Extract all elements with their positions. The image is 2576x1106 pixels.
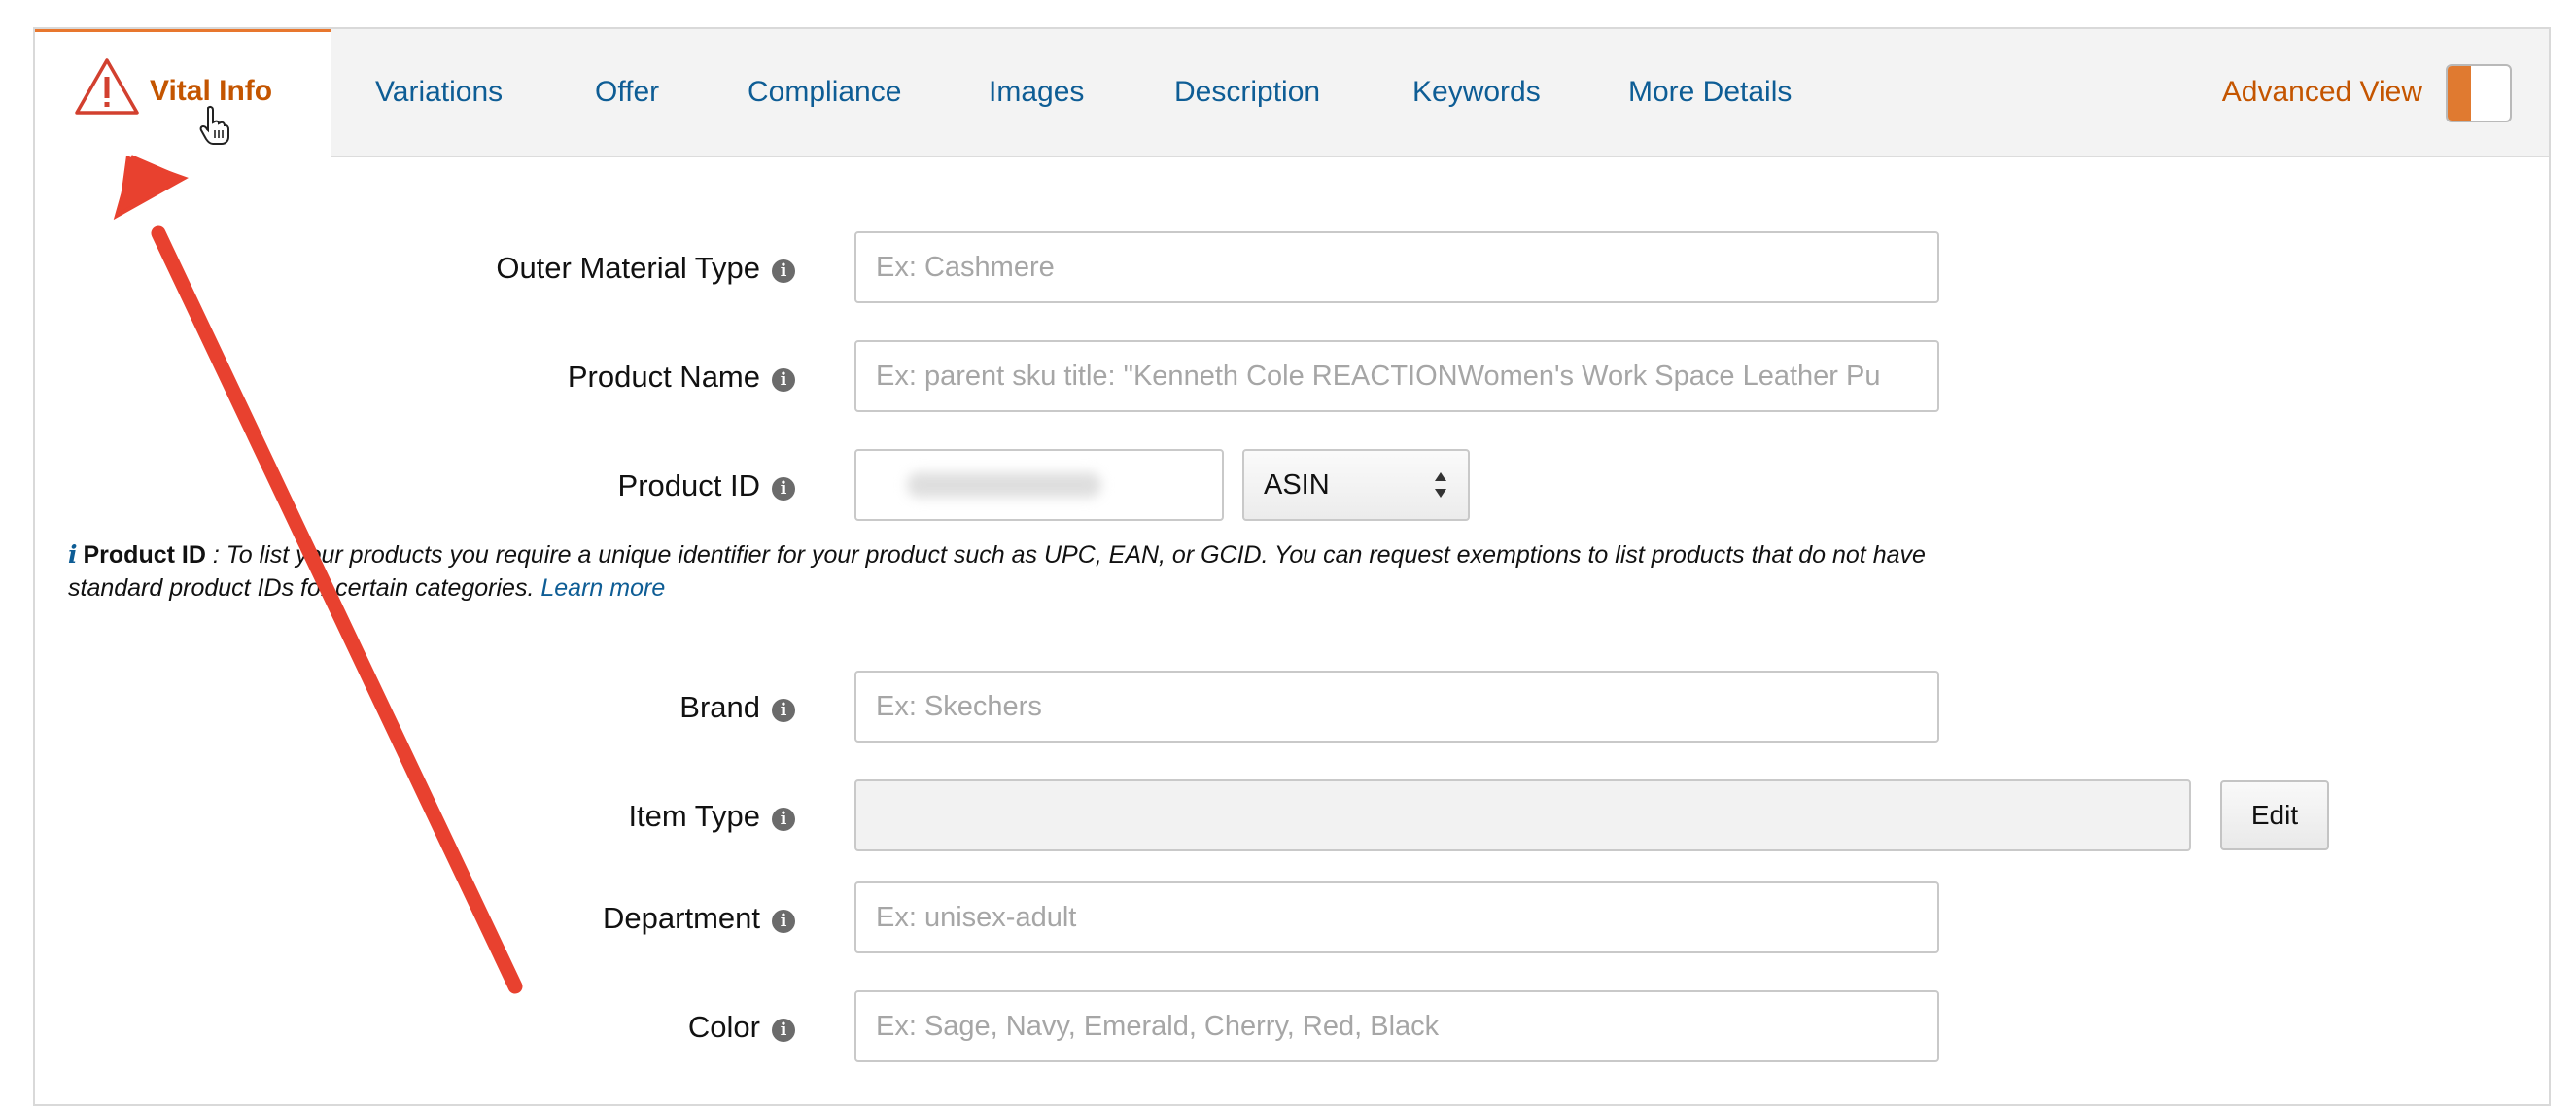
tab-keywords[interactable]: Keywords — [1412, 29, 1541, 156]
product-id-type-value: ASIN — [1264, 469, 1330, 501]
learn-more-link[interactable]: Learn more — [540, 574, 665, 602]
brand-label: Brand — [679, 690, 760, 724]
item-type-label: Item Type — [628, 799, 760, 833]
info-icon[interactable]: i — [772, 699, 795, 722]
note-separator: : — [212, 541, 220, 569]
color-label: Color — [687, 1010, 760, 1044]
tab-compliance[interactable]: Compliance — [748, 29, 901, 156]
info-italic-icon: i — [68, 540, 78, 569]
product-id-type-select[interactable]: ASIN — [1242, 449, 1470, 521]
info-icon[interactable]: i — [772, 368, 795, 392]
hand-cursor-icon — [199, 105, 229, 145]
department-row: Department i — [0, 881, 836, 955]
product-id-note: i Product ID : To list your products you … — [68, 538, 2012, 605]
note-text: To list your products you require a uniq… — [68, 541, 1926, 602]
product-id-field[interactable] — [854, 449, 1224, 523]
tab-images[interactable]: Images — [989, 29, 1084, 156]
item-type-input — [854, 779, 2191, 851]
advanced-view-label: Advanced View — [2221, 76, 2422, 108]
info-icon[interactable]: i — [772, 1019, 795, 1042]
color-row: Color i — [0, 990, 836, 1064]
outer-material-row: Outer Material Type i — [0, 231, 836, 305]
tab-bar: Vital Info Variations Offer Compliance I… — [35, 29, 2549, 157]
redacted-value — [907, 472, 1101, 498]
product-id-label: Product ID — [617, 468, 760, 502]
item-type-edit-button[interactable]: Edit — [2220, 780, 2329, 850]
warning-icon — [75, 58, 139, 115]
toggle-knob — [2448, 66, 2471, 121]
info-icon[interactable]: i — [772, 808, 795, 831]
sort-arrows-icon — [1435, 472, 1446, 498]
brand-input[interactable] — [854, 671, 1939, 743]
outer-material-label: Outer Material Type — [496, 251, 760, 285]
tab-offer[interactable]: Offer — [595, 29, 659, 156]
note-title: Product ID — [83, 541, 206, 569]
tab-more-details[interactable]: More Details — [1628, 29, 1792, 156]
product-name-label: Product Name — [567, 360, 760, 394]
info-icon[interactable]: i — [772, 477, 795, 501]
department-input[interactable] — [854, 881, 1939, 953]
item-type-row: Item Type i — [0, 779, 836, 853]
tab-vital-info[interactable]: Vital Info — [35, 29, 331, 157]
department-label: Department — [603, 901, 760, 935]
product-name-row: Product Name i — [0, 340, 836, 414]
color-input[interactable] — [854, 990, 1939, 1062]
tab-description[interactable]: Description — [1174, 29, 1320, 156]
info-icon[interactable]: i — [772, 910, 795, 933]
brand-row: Brand i — [0, 671, 836, 744]
tab-variations[interactable]: Variations — [375, 29, 503, 156]
info-icon[interactable]: i — [772, 259, 795, 283]
advanced-view-toggle[interactable] — [2446, 64, 2512, 122]
outer-material-input[interactable] — [854, 231, 1939, 303]
product-name-input[interactable] — [854, 340, 1939, 412]
product-id-row: Product ID i — [0, 449, 836, 523]
